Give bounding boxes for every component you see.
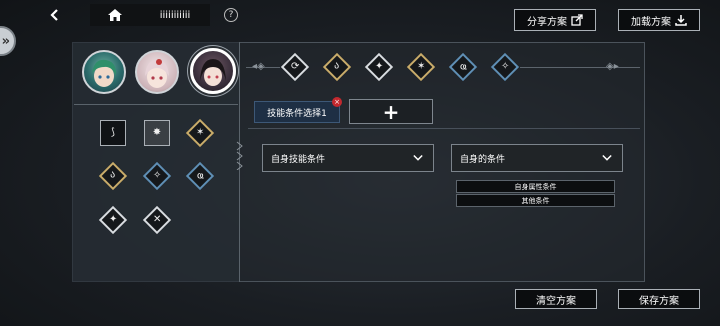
skill-button[interactable]: ҩ (448, 52, 478, 82)
skill-button[interactable]: ✦ (98, 205, 128, 235)
skill-button[interactable]: ✶ (185, 118, 215, 148)
scythe-icon: ⟆ (111, 127, 115, 138)
character-portrait-icon (145, 59, 169, 88)
character-portrait-icon (92, 59, 117, 87)
back-button[interactable] (44, 6, 66, 24)
load-plan-button[interactable]: 加载方案 (618, 9, 700, 31)
add-condition-button[interactable]: + (349, 99, 433, 124)
avatar-dark-hair-selected[interactable] (190, 48, 236, 94)
ornament-right-icon: ◈▸ (606, 61, 619, 72)
help-button[interactable]: ? (224, 8, 238, 22)
skill-button[interactable]: ✸ (143, 119, 171, 147)
side-collapse-tab[interactable]: » (0, 26, 16, 56)
blade-icon: ✕ (152, 213, 162, 225)
strip-line-right (520, 67, 640, 68)
skill-frame: ✶ (406, 52, 436, 82)
skill-button[interactable]: ✦ (364, 52, 394, 82)
chevron-down-icon (602, 154, 612, 161)
home-icon (108, 9, 122, 21)
skill-button[interactable]: ა (322, 52, 352, 82)
dropdown-label: 自身技能条件 (271, 154, 326, 165)
self-skill-condition-dropdown[interactable]: 自身技能条件 (262, 144, 434, 172)
ornament-left-icon: ◂◈ (252, 61, 265, 72)
option-other[interactable]: 其他条件 (456, 194, 615, 207)
share-plan-button[interactable]: 分享方案 (514, 9, 596, 31)
self-condition-dropdown[interactable]: 自身的条件 (451, 144, 623, 172)
divider (248, 128, 640, 129)
character-portrait-icon (200, 59, 226, 86)
skill-frame: ҩ (185, 161, 215, 191)
skill-frame: ҩ (448, 52, 478, 82)
skill-frame: ✧ (490, 52, 520, 82)
skill-button[interactable]: ✧ (142, 161, 172, 191)
avatar-green-hair[interactable] (82, 50, 126, 94)
skill-frame: ✶ (185, 118, 215, 148)
condition-tab[interactable]: 技能条件选择1 (254, 101, 340, 123)
share-icon (571, 14, 583, 26)
skill-frame: ⟆ (100, 120, 126, 146)
skill-button[interactable]: ҩ (185, 161, 215, 191)
panel-hinge-decoration (236, 141, 243, 170)
wave-icon: ҩ (459, 61, 467, 72)
chevron-right-icon: » (1, 33, 10, 49)
mask-icon: ✸ (152, 127, 162, 138)
save-plan-button[interactable]: 保存方案 (618, 289, 700, 309)
home-button[interactable] (90, 4, 140, 26)
skill-button[interactable]: ✶ (406, 52, 436, 82)
strike-icon: ✧ (500, 60, 510, 72)
clear-plan-button[interactable]: 清空方案 (515, 289, 597, 309)
skill-frame: ✦ (98, 205, 128, 235)
skill-button[interactable]: ✕ (142, 205, 172, 235)
swirl-icon: ა (110, 169, 116, 181)
back-arrow-icon (50, 9, 58, 21)
swirl-icon: ა (334, 60, 340, 72)
ring-icon: ⟳ (290, 60, 300, 72)
chevron-down-icon (413, 154, 423, 161)
skill-frame: ✸ (144, 120, 170, 146)
strike-icon: ✧ (152, 169, 162, 181)
skill-frame: ა (98, 161, 128, 191)
skill-frame: ✕ (142, 205, 172, 235)
skill-frame: ⟳ (280, 52, 310, 82)
burst-icon: ✶ (416, 60, 426, 72)
skill-button[interactable]: ა (98, 161, 128, 191)
option-self-attribute[interactable]: 自身属性条件 (456, 180, 615, 193)
dropdown-label: 自身的条件 (460, 154, 506, 165)
wave-icon: ҩ (196, 170, 204, 181)
skill-button[interactable]: ⟳ (280, 52, 310, 82)
close-tab-icon[interactable]: × (332, 97, 342, 107)
download-icon (675, 15, 687, 26)
flame-icon: ✦ (108, 213, 118, 225)
page-title: iiiiiiiiiii (140, 4, 210, 26)
load-plan-label: 加载方案 (631, 16, 671, 28)
skill-frame: ა (322, 52, 352, 82)
skill-frame: ✧ (142, 161, 172, 191)
share-plan-label: 分享方案 (527, 16, 567, 28)
avatar-pink-hair[interactable] (135, 50, 179, 94)
divider (74, 104, 238, 105)
flame-icon: ✦ (374, 60, 384, 72)
skill-button[interactable]: ⟆ (99, 119, 127, 147)
skill-frame: ✦ (364, 52, 394, 82)
skill-button[interactable]: ✧ (490, 52, 520, 82)
burst-icon: ✶ (195, 126, 205, 138)
